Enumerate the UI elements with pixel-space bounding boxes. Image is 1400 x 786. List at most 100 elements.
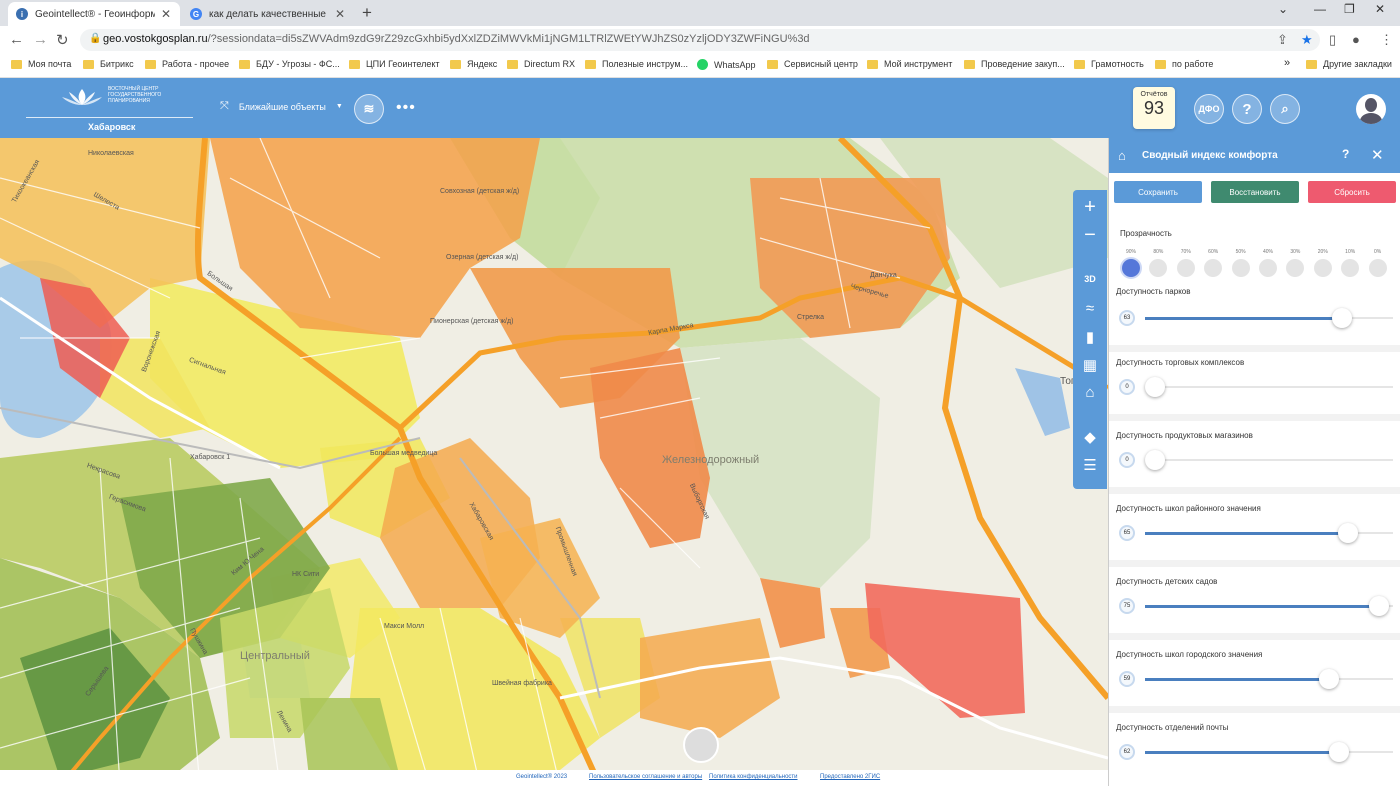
bookmark-item[interactable]: Битрикс bbox=[83, 59, 134, 69]
reports-counter[interactable]: Отчётов 93 bbox=[1133, 87, 1175, 129]
slider-track[interactable] bbox=[1145, 669, 1393, 689]
slider-track[interactable] bbox=[1145, 523, 1393, 543]
bookmark-item[interactable]: Directum RX bbox=[507, 59, 575, 69]
dfo-button[interactable]: ДФО bbox=[1194, 94, 1224, 124]
lock-icon[interactable]: 🔒 bbox=[89, 33, 101, 44]
restore-window-icon[interactable]: ❐ bbox=[1344, 2, 1355, 16]
slider-track[interactable] bbox=[1145, 308, 1393, 328]
omnibox[interactable]: 🔒 geo.vostokgosplan.ru/?sessiondata=di5s… bbox=[80, 29, 1320, 51]
transparency-option-dot[interactable] bbox=[1149, 259, 1168, 277]
slider-track[interactable] bbox=[1145, 450, 1393, 470]
buildings-icon[interactable]: ▦ bbox=[1073, 356, 1107, 374]
bookmark-item[interactable]: Сервисный центр bbox=[767, 59, 858, 69]
zoom-out-button[interactable]: − bbox=[1073, 224, 1107, 247]
privacy-link[interactable]: Политика конфиденциальности bbox=[709, 774, 798, 780]
slider-handle[interactable] bbox=[1145, 377, 1165, 397]
transparency-option-dot[interactable] bbox=[1176, 259, 1195, 277]
profile-icon[interactable]: ● bbox=[1352, 32, 1360, 47]
bookmark-item[interactable]: ЦПИ Геоинтелект bbox=[349, 59, 440, 69]
layers-stack-icon[interactable]: ☰ bbox=[1073, 456, 1107, 474]
slider-track[interactable] bbox=[1145, 377, 1393, 397]
transparency-option-dot[interactable] bbox=[1341, 259, 1360, 277]
map-canvas[interactable] bbox=[0, 138, 1108, 786]
slider-handle[interactable] bbox=[1338, 523, 1359, 543]
close-panel-icon[interactable]: ✕ bbox=[1371, 146, 1384, 164]
bookmark-item[interactable]: Проведение закуп... bbox=[964, 59, 1065, 69]
comfort-index-map[interactable]: Николаевская Шелеста Тихоокеанская Совхо… bbox=[0, 138, 1108, 786]
close-tab-icon[interactable]: ✕ bbox=[161, 7, 171, 21]
minimap-button[interactable] bbox=[683, 727, 719, 763]
factory-icon[interactable]: ⌂ bbox=[1073, 384, 1107, 401]
minimize-icon[interactable]: — bbox=[1314, 2, 1326, 16]
transparency-option-dot[interactable] bbox=[1204, 259, 1223, 277]
slider-handle[interactable] bbox=[1319, 669, 1340, 689]
tab-search-chevron-icon[interactable]: ⌄ bbox=[1278, 2, 1288, 16]
close-tab-icon[interactable]: ✕ bbox=[335, 7, 345, 21]
browser-tab-geointellect[interactable]: i Geointellect® - Геоинформаци ✕ bbox=[8, 2, 180, 26]
search-button[interactable]: ⌕ bbox=[1270, 94, 1300, 124]
google-favicon-icon: G bbox=[190, 8, 202, 20]
transparency-option-dot[interactable] bbox=[1122, 259, 1140, 277]
forward-arrow-icon[interactable]: → bbox=[33, 31, 48, 48]
bookmark-item[interactable]: БДУ - Угрозы - ФС... bbox=[239, 59, 340, 69]
user-avatar[interactable] bbox=[1356, 94, 1386, 124]
slider-handle[interactable] bbox=[1369, 596, 1390, 616]
slider-value-badge: 63 bbox=[1119, 310, 1135, 326]
bookmark-item[interactable]: Грамотность bbox=[1074, 59, 1144, 69]
new-tab-icon[interactable]: + bbox=[362, 3, 372, 23]
provider-link[interactable]: Предоставлено 2ГИС bbox=[820, 774, 880, 780]
transparency-option-dot[interactable] bbox=[1368, 259, 1387, 277]
slider-track[interactable] bbox=[1145, 596, 1393, 616]
browser-tab-bar: i Geointellect® - Геоинформаци ✕ G как д… bbox=[0, 0, 1400, 26]
bookmark-item[interactable]: по работе bbox=[1155, 59, 1213, 69]
3d-mode-button[interactable]: 3D bbox=[1073, 274, 1107, 284]
eraser-icon[interactable]: ◆ bbox=[1073, 428, 1107, 446]
terms-link[interactable]: Пользовательское соглашение и авторы bbox=[589, 774, 702, 780]
url-text[interactable]: geo.vostokgosplan.ru/?sessiondata=di5sZW… bbox=[103, 33, 810, 45]
more-bookmarks-icon[interactable]: » bbox=[1284, 57, 1290, 69]
nearby-objects-dropdown[interactable]: ⤧ Ближайшие объекты ▼ bbox=[220, 100, 343, 113]
slider-fill bbox=[1145, 604, 1380, 608]
slider-handle[interactable] bbox=[1328, 742, 1349, 762]
street-label: Данчука bbox=[870, 272, 897, 279]
slider-handle[interactable] bbox=[1145, 450, 1165, 470]
city-name[interactable]: Хабаровск bbox=[88, 122, 135, 132]
browser-menu-icon[interactable]: ⋮ bbox=[1380, 32, 1393, 48]
more-options-icon[interactable]: ••• bbox=[396, 99, 416, 117]
bookmark-item-whatsapp[interactable]: WhatsApp bbox=[697, 59, 756, 70]
section-divider bbox=[1109, 706, 1400, 713]
transparency-option-dot[interactable] bbox=[1286, 259, 1305, 277]
traffic-light-icon[interactable]: ▮ bbox=[1073, 328, 1107, 346]
slider-fill bbox=[1145, 316, 1342, 320]
transparency-option-dot[interactable] bbox=[1259, 259, 1277, 277]
waves-icon[interactable]: ≈ bbox=[1073, 300, 1107, 317]
side-panel-icon[interactable]: ▯ bbox=[1329, 32, 1336, 48]
section-divider bbox=[1109, 487, 1400, 494]
bookmark-item[interactable]: Полезные инструм... bbox=[585, 59, 688, 69]
whatsapp-icon bbox=[697, 59, 708, 70]
close-window-icon[interactable]: ✕ bbox=[1375, 2, 1385, 16]
restore-button[interactable]: Восстановить bbox=[1211, 181, 1299, 203]
bookmark-star-icon[interactable]: ★ bbox=[1301, 32, 1313, 48]
other-bookmarks[interactable]: Другие закладки bbox=[1306, 59, 1392, 69]
help-button[interactable]: ? bbox=[1232, 94, 1262, 124]
help-icon[interactable]: ? bbox=[1342, 147, 1349, 161]
section-divider bbox=[1109, 633, 1400, 640]
bookmark-item[interactable]: Моя почта bbox=[11, 59, 71, 69]
layers-button[interactable]: ≋ bbox=[354, 94, 384, 124]
slider-handle[interactable] bbox=[1331, 308, 1352, 328]
slider-track[interactable] bbox=[1145, 742, 1393, 762]
transparency-option-dot[interactable] bbox=[1313, 259, 1332, 277]
reset-button[interactable]: Сбросить bbox=[1308, 181, 1396, 203]
bookmark-item[interactable]: Мой инструмент bbox=[867, 59, 952, 69]
reload-icon[interactable]: ↻ bbox=[56, 31, 69, 49]
back-arrow-icon[interactable]: ← bbox=[9, 31, 24, 48]
bookmark-item[interactable]: Работа - прочее bbox=[145, 59, 229, 69]
share-icon[interactable]: ⇪ bbox=[1277, 32, 1288, 48]
bookmark-item[interactable]: Яндекс bbox=[450, 59, 497, 69]
browser-tab-google[interactable]: G как делать качественные сним ✕ bbox=[182, 2, 356, 26]
transparency-option-label: 50% bbox=[1235, 249, 1246, 255]
zoom-in-button[interactable]: + bbox=[1073, 196, 1107, 219]
transparency-option-dot[interactable] bbox=[1231, 259, 1250, 277]
save-button[interactable]: Сохранить bbox=[1114, 181, 1202, 203]
